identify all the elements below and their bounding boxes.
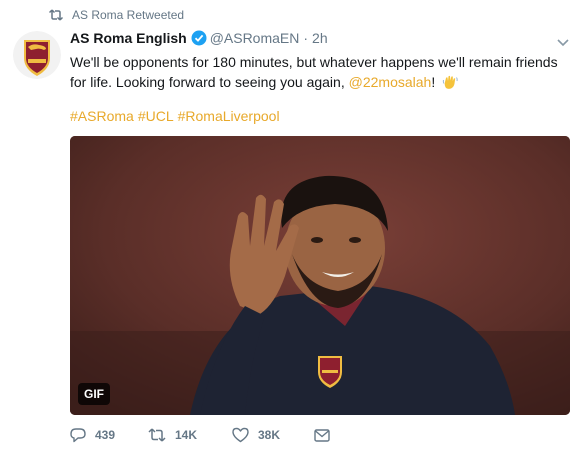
mention-link[interactable]: @22mosalah bbox=[349, 74, 432, 90]
tweet-text: We'll be opponents for 180 minutes, but … bbox=[70, 52, 560, 95]
heart-icon bbox=[232, 427, 249, 443]
retweet-icon bbox=[148, 428, 166, 442]
reply-button[interactable]: 439 bbox=[70, 427, 148, 443]
reply-icon bbox=[70, 428, 86, 443]
hashtag-link[interactable]: #UCL bbox=[138, 108, 174, 124]
avatar[interactable] bbox=[13, 31, 61, 79]
retweet-context: AS Roma Retweeted bbox=[49, 8, 184, 22]
verified-badge-icon bbox=[191, 30, 207, 46]
like-count: 38K bbox=[258, 428, 281, 442]
retweet-button[interactable]: 14K bbox=[148, 428, 232, 442]
like-button[interactable]: 38K bbox=[232, 427, 314, 443]
tweet-text-body: We'll be opponents for 180 minutes, but … bbox=[70, 54, 558, 90]
gif-frame bbox=[70, 136, 570, 415]
separator-dot: · bbox=[303, 30, 309, 46]
timestamp[interactable]: 2h bbox=[312, 30, 328, 46]
display-name[interactable]: AS Roma English bbox=[70, 30, 187, 46]
retweet-context-label[interactable]: AS Roma Retweeted bbox=[72, 8, 184, 22]
chevron-down-icon[interactable] bbox=[557, 34, 569, 47]
retweet-count: 14K bbox=[175, 428, 198, 442]
gif-media[interactable]: GIF bbox=[70, 136, 570, 415]
direct-message-button[interactable] bbox=[314, 428, 339, 442]
tweet-actions: 439 14K 38K bbox=[70, 427, 339, 443]
tweet-text-end: ! bbox=[431, 74, 436, 90]
reply-count: 439 bbox=[95, 428, 116, 442]
hashtags: #ASRoma #UCL #RomaLiverpool bbox=[70, 106, 284, 126]
envelope-icon bbox=[314, 428, 330, 442]
retweet-icon bbox=[49, 9, 63, 21]
handle[interactable]: @ASRomaEN bbox=[210, 30, 300, 46]
tweet-header: AS Roma English @ASRomaEN · 2h bbox=[70, 30, 328, 46]
hashtag-link[interactable]: #RomaLiverpool bbox=[178, 108, 280, 124]
waving-hand-icon bbox=[442, 74, 458, 95]
hashtag-link[interactable]: #ASRoma bbox=[70, 108, 134, 124]
gif-badge: GIF bbox=[78, 383, 110, 405]
